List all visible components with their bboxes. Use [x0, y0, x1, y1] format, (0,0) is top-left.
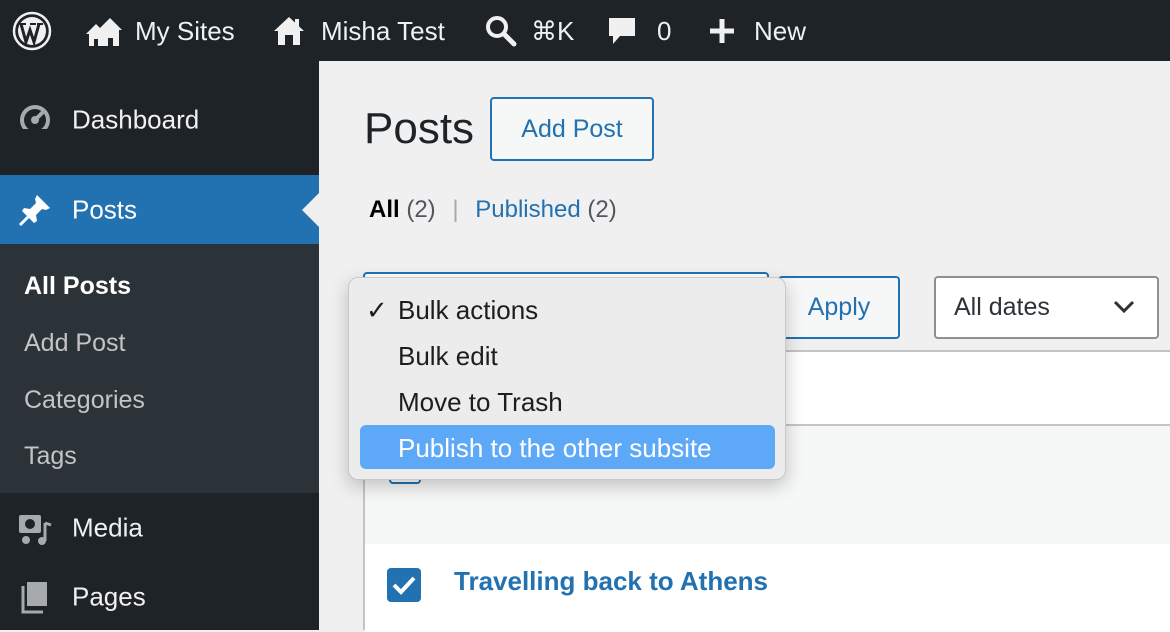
new-content-button[interactable]: New [707, 0, 806, 61]
sidebar-item-label: Dashboard [72, 104, 200, 135]
admin-sidebar: Dashboard Posts All Posts Add Post Categ… [0, 61, 319, 630]
pushpin-icon [18, 194, 50, 226]
submenu-item-tags[interactable]: Tags [24, 442, 77, 471]
sidebar-item-media[interactable]: Media [0, 493, 319, 563]
home-icon [274, 16, 304, 45]
my-sites-icon [86, 17, 122, 46]
dropdown-option-bulk-edit[interactable]: Bulk edit [360, 333, 775, 377]
filter-all-count: (2) [406, 196, 436, 223]
dropdown-option-publish-to-other-subsite[interactable]: Publish to the other subsite [360, 425, 775, 469]
filter-published-count: (2) [587, 196, 617, 223]
search-icon [486, 15, 517, 46]
sidebar-item-label: Posts [72, 194, 138, 224]
dashboard-gauge-icon [20, 105, 50, 137]
plus-icon [710, 18, 734, 43]
wp-logo-button[interactable] [12, 0, 52, 61]
my-sites-menu[interactable]: My Sites [84, 0, 235, 61]
admin-bar: My Sites Misha Test ⌘K 0 New [0, 0, 1170, 61]
chevron-down-icon [1113, 300, 1135, 314]
current-menu-arrow [302, 192, 319, 227]
filter-all-link[interactable]: All [369, 196, 400, 223]
sidebar-item-label: Pages [72, 581, 146, 611]
add-post-button[interactable]: Add Post [490, 97, 654, 161]
my-sites-label: My Sites [135, 15, 235, 46]
filter-separator: | [452, 196, 459, 223]
dates-filter-select[interactable]: All dates [934, 276, 1159, 339]
wordpress-logo-icon [12, 11, 52, 50]
search-button[interactable]: ⌘K [484, 0, 574, 61]
submenu-item-all-posts[interactable]: All Posts [24, 272, 131, 301]
bulk-actions-dropdown: ✓ Bulk actions Bulk edit Move to Trash P… [348, 277, 786, 480]
dates-select-value: All dates [954, 293, 1050, 321]
media-icon [19, 515, 52, 545]
checkmark-icon [392, 576, 416, 595]
post-status-filters: All (2) | Published (2) [369, 196, 617, 224]
search-shortcut-label: ⌘K [531, 15, 575, 46]
row-checkbox-checked[interactable] [387, 568, 421, 602]
sidebar-item-label: Media [72, 512, 143, 543]
option-label: Move to Trash [398, 387, 563, 417]
submenu-item-add-post[interactable]: Add Post [24, 329, 125, 358]
comments-button[interactable]: 0 [607, 0, 671, 61]
site-name-menu[interactable]: Misha Test [272, 0, 445, 61]
comment-bubble-icon [609, 17, 635, 44]
filter-published-link[interactable]: Published [475, 196, 580, 223]
sidebar-item-dashboard[interactable]: Dashboard [0, 85, 319, 155]
apply-button[interactable]: Apply [778, 276, 900, 339]
comments-count: 0 [657, 15, 672, 46]
posts-submenu: All Posts Add Post Categories Tags [0, 244, 319, 493]
dropdown-option-move-to-trash[interactable]: Move to Trash [360, 379, 775, 423]
sidebar-item-pages[interactable]: Pages [0, 563, 319, 630]
table-row: Travelling back to Athens [365, 544, 1170, 632]
option-label: Bulk actions [398, 295, 539, 325]
option-label: Publish to the other subsite [398, 433, 712, 463]
dropdown-option-bulk-actions[interactable]: ✓ Bulk actions [360, 287, 775, 331]
pages-icon [21, 581, 47, 613]
page-title: Posts [364, 104, 475, 153]
submenu-item-categories[interactable]: Categories [24, 386, 145, 415]
post-title-link[interactable]: Travelling back to Athens [454, 566, 768, 597]
site-name-label: Misha Test [321, 15, 445, 46]
new-label: New [754, 15, 807, 46]
sidebar-item-posts[interactable]: Posts [0, 175, 319, 244]
option-label: Bulk edit [398, 341, 498, 371]
selected-checkmark: ✓ [366, 295, 388, 325]
